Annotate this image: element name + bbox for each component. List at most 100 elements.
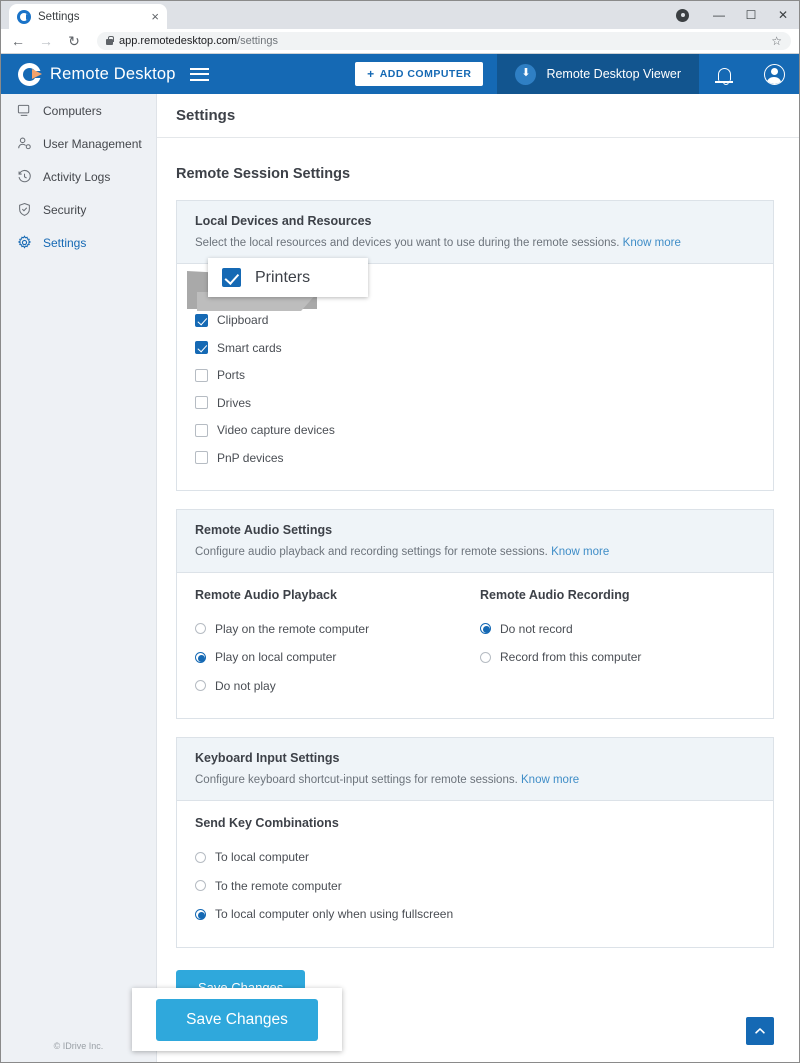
plus-icon: + (367, 67, 375, 81)
radio-do-not-play[interactable] (195, 680, 206, 692)
viewer-label: Remote Desktop Viewer (546, 67, 681, 81)
radio-row-do-not-record[interactable]: Do not record (480, 615, 755, 644)
back-icon[interactable]: ← (9, 32, 27, 50)
checkbox-pnp-devices[interactable] (195, 451, 208, 465)
know-more-link-devices[interactable]: Know more (623, 237, 681, 249)
profile-dot-icon[interactable] (676, 8, 689, 22)
monitor-icon (16, 103, 32, 119)
radio-label: Record from this computer (500, 650, 642, 665)
page-title-bar: Settings (157, 94, 799, 138)
radio-row-record-this-computer[interactable]: Record from this computer (480, 643, 755, 672)
sidebar-item-settings[interactable]: Settings (1, 226, 156, 259)
user-avatar-icon (763, 63, 785, 85)
address-bar[interactable]: app.remotedesktop.com/settings ☆ (97, 32, 791, 50)
radio-play-local[interactable] (195, 651, 206, 663)
page-title: Settings (176, 107, 236, 124)
download-circle-icon: ⬇ (515, 63, 537, 85)
checkbox-label: PnP devices (217, 450, 284, 465)
checkbox-smart-cards[interactable] (195, 341, 208, 355)
url-host: app.remotedesktop.com (119, 35, 238, 47)
tab-title: Settings (38, 10, 80, 23)
scroll-to-top-button[interactable] (746, 1017, 774, 1045)
maximize-button[interactable]: ☐ (735, 1, 767, 29)
radio-label: Do not play (215, 678, 276, 693)
remote-audio-panel: Remote Audio Settings Configure audio pl… (176, 508, 774, 719)
account-button[interactable] (749, 54, 799, 94)
radio-row-to-local-fullscreen[interactable]: To local computer only when using fullsc… (195, 900, 755, 929)
reload-icon[interactable]: ↻ (65, 32, 83, 50)
radio-label: To local computer (215, 850, 310, 865)
close-icon[interactable]: × (151, 10, 159, 23)
radio-row-to-local-computer[interactable]: To local computer (195, 843, 755, 872)
checkbox-row-video-capture-devices[interactable]: Video capture devices (195, 417, 755, 445)
radio-to-local-computer[interactable] (195, 851, 206, 863)
keyboard-input-options: Send Key Combinations To local computer … (177, 801, 773, 947)
hamburger-icon[interactable] (189, 67, 209, 81)
browser-tab[interactable]: Settings × (9, 4, 167, 29)
close-window-button[interactable]: ✕ (767, 1, 799, 29)
chevron-up-icon (755, 1028, 765, 1034)
browser-titlebar: Settings × — ☐ ✕ (1, 1, 799, 29)
forward-icon[interactable]: → (37, 32, 55, 50)
checkbox-ports[interactable] (195, 368, 208, 382)
remote-audio-options: Remote Audio Playback Play on the remote… (177, 573, 773, 719)
checkbox-video-capture-devices[interactable] (195, 423, 208, 437)
save-changes-button-zoomed[interactable]: Save Changes (156, 998, 318, 1041)
sidebar-label: User Management (43, 136, 142, 151)
local-devices-description: Select the local resources and devices y… (195, 237, 755, 249)
audio-recording-group: Remote Audio Recording Do not record Rec… (480, 588, 755, 701)
radio-to-remote-computer[interactable] (195, 880, 206, 892)
notifications-button[interactable] (699, 54, 749, 94)
radio-do-not-record[interactable] (480, 623, 491, 635)
know-more-link-keyboard[interactable]: Know more (521, 774, 579, 786)
audio-playback-group: Remote Audio Playback Play on the remote… (195, 588, 470, 701)
remote-desktop-favicon-icon (17, 9, 31, 24)
checkbox-drives[interactable] (195, 396, 208, 410)
checkbox-row-ports[interactable]: Ports (195, 362, 755, 390)
brand[interactable]: Remote Desktop (1, 62, 176, 86)
minimize-button[interactable]: — (703, 1, 735, 29)
printers-zoom-label: Printers (255, 268, 311, 286)
radio-row-play-remote[interactable]: Play on the remote computer (195, 615, 470, 644)
main-content: Settings Remote Session Settings Local D… (157, 94, 799, 1062)
body-area: Computers User Management Activity Logs … (1, 94, 799, 1062)
radio-play-remote[interactable] (195, 623, 206, 635)
local-devices-panel: Local Devices and Resources Select the l… (176, 200, 774, 491)
checkbox-row-drives[interactable]: Drives (195, 389, 755, 417)
radio-row-play-local[interactable]: Play on local computer (195, 643, 470, 672)
keyboard-input-description-text: Configure keyboard shortcut-input settin… (195, 774, 518, 786)
window-controls: — ☐ ✕ (676, 1, 799, 29)
sidebar: Computers User Management Activity Logs … (1, 94, 157, 1062)
know-more-link-audio[interactable]: Know more (551, 546, 609, 558)
brand-name: Remote Desktop (50, 64, 176, 83)
checkbox-row-pnp-devices[interactable]: PnP devices (195, 444, 755, 472)
radio-to-local-fullscreen[interactable] (195, 908, 206, 920)
sidebar-item-activity-logs[interactable]: Activity Logs (1, 160, 156, 193)
radio-row-to-remote-computer[interactable]: To the remote computer (195, 872, 755, 901)
sidebar-item-computers[interactable]: Computers (1, 94, 156, 127)
send-key-combinations-title: Send Key Combinations (195, 816, 339, 830)
sidebar-label: Security (43, 202, 87, 217)
remote-desktop-logo-icon (18, 62, 42, 86)
checkbox-row-smart-cards[interactable]: Smart cards (195, 334, 755, 362)
sidebar-item-user-management[interactable]: User Management (1, 127, 156, 160)
checkbox-label: Drives (217, 395, 252, 410)
local-devices-title: Local Devices and Resources (195, 214, 372, 228)
url-text: app.remotedesktop.com/settings (119, 35, 278, 47)
add-computer-button[interactable]: + ADD COMPUTER (355, 62, 484, 86)
remote-desktop-viewer-button[interactable]: ⬇ Remote Desktop Viewer (497, 54, 699, 94)
checkbox-printers-zoomed[interactable] (222, 268, 241, 287)
bell-icon (715, 67, 733, 85)
checkbox-clipboard[interactable] (195, 313, 208, 327)
radio-label: Do not record (500, 621, 573, 636)
sidebar-label: Settings (43, 235, 87, 250)
user-gear-icon (16, 136, 32, 152)
sidebar-item-security[interactable]: Security (1, 193, 156, 226)
bookmark-star-icon[interactable]: ☆ (771, 34, 782, 48)
radio-row-do-not-play[interactable]: Do not play (195, 672, 470, 701)
app-header: Remote Desktop + ADD COMPUTER ⬇ Remote D… (1, 54, 799, 94)
shield-check-icon (16, 202, 32, 218)
radio-label: Play on local computer (215, 650, 337, 665)
audio-recording-title: Remote Audio Recording (480, 587, 630, 602)
radio-record-this-computer[interactable] (480, 651, 491, 663)
